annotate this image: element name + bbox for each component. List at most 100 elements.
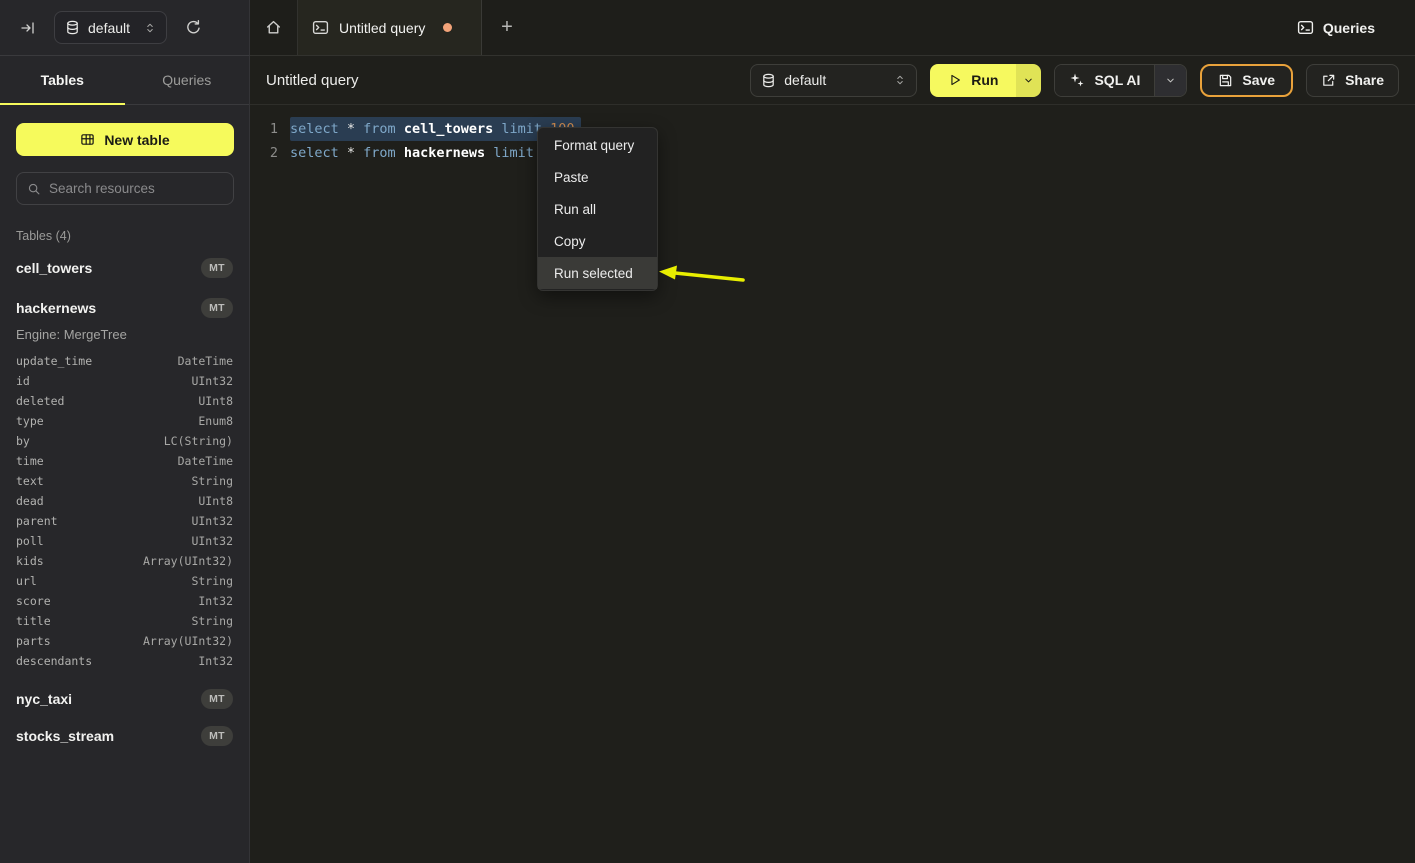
query-toolbar: Untitled query default Run xyxy=(250,56,1415,105)
sidebar-tab-tables[interactable]: Tables xyxy=(0,56,125,104)
app-window: default Untitled query + xyxy=(0,0,1415,863)
sidebar-tabs: Tables Queries xyxy=(0,56,249,105)
sql-token: from xyxy=(363,121,404,137)
table-name: cell_towers xyxy=(16,260,92,276)
column-name: dead xyxy=(16,494,44,508)
database-icon xyxy=(761,73,776,88)
editor-line-1[interactable]: 1 select * from cell_towers limit 100 xyxy=(250,117,1415,141)
query-title: Untitled query xyxy=(266,72,359,89)
table-engine-label: Engine: MergeTree xyxy=(16,327,233,342)
refresh-button[interactable] xyxy=(179,14,207,42)
sql-token: from xyxy=(363,145,404,161)
column-name: score xyxy=(16,594,51,608)
save-button[interactable]: Save xyxy=(1200,64,1293,97)
queries-terminal-icon xyxy=(1297,19,1314,36)
column-row: dead UInt8 xyxy=(16,491,233,511)
editor-context-menu: Format query Paste Run all Copy Run sele… xyxy=(537,127,658,291)
column-type: Enum8 xyxy=(198,414,233,428)
home-tab[interactable] xyxy=(250,0,298,55)
column-name: title xyxy=(16,614,51,628)
sql-editor[interactable]: 1 select * from cell_towers limit 100 2 … xyxy=(250,106,1415,863)
run-options-button[interactable] xyxy=(1016,64,1041,97)
column-name: kids xyxy=(16,554,44,568)
engine-badge: MT xyxy=(201,298,233,318)
column-name: parent xyxy=(16,514,58,528)
sql-ai-button[interactable]: SQL AI xyxy=(1055,65,1154,96)
editor-line-2[interactable]: 2 select * from hackernews limit xyxy=(250,141,1415,165)
topbar-tab-strip: Untitled query + Queries xyxy=(250,0,1415,56)
search-box[interactable] xyxy=(16,172,234,205)
column-row: timeDateTime xyxy=(16,451,233,471)
menu-item-run-selected[interactable]: Run selected xyxy=(538,257,657,289)
queries-button[interactable]: Queries xyxy=(1297,19,1375,36)
table-row-nyc-taxi[interactable]: nyc_taxi MT xyxy=(16,687,233,711)
share-button-label: Share xyxy=(1345,72,1384,88)
line-number: 1 xyxy=(250,117,278,141)
engine-badge: MT xyxy=(201,258,233,278)
menu-item-format-query[interactable]: Format query xyxy=(538,129,657,161)
share-button[interactable]: Share xyxy=(1306,64,1399,97)
topbar-database-value: default xyxy=(88,20,130,36)
menu-item-copy[interactable]: Copy xyxy=(538,225,657,257)
table-icon xyxy=(80,132,95,147)
column-name: time xyxy=(16,454,44,468)
search-icon xyxy=(27,182,41,196)
column-row: update_time DateTime xyxy=(16,351,233,371)
column-type: Int32 xyxy=(198,594,233,608)
column-row: kidsArray(UInt32) xyxy=(16,551,233,571)
column-row: score Int32 xyxy=(16,591,233,611)
annotation-arrow xyxy=(655,258,747,288)
column-type: Array(UInt32) xyxy=(143,634,233,648)
new-table-button[interactable]: New table xyxy=(16,123,234,156)
sql-token: select xyxy=(290,121,347,137)
table-row-cell-towers[interactable]: cell_towers MT xyxy=(16,256,233,280)
menu-item-paste[interactable]: Paste xyxy=(538,161,657,193)
new-tab-button[interactable]: + xyxy=(482,0,532,55)
chevron-updown-icon xyxy=(894,73,906,87)
menu-item-run-all[interactable]: Run all xyxy=(538,193,657,225)
sparkles-icon xyxy=(1069,72,1085,88)
save-button-label: Save xyxy=(1242,72,1275,88)
sql-token: limit xyxy=(493,145,542,161)
sql-ai-options-button[interactable] xyxy=(1154,65,1186,96)
queries-button-label: Queries xyxy=(1323,20,1375,36)
column-row: descendantsInt32 xyxy=(16,651,233,671)
column-name: update_time xyxy=(16,354,92,368)
column-type: UInt8 xyxy=(198,494,233,508)
topbar-database-selector[interactable]: default xyxy=(54,11,167,44)
unsaved-changes-dot xyxy=(443,23,452,32)
chevron-down-icon xyxy=(1023,75,1034,86)
column-name: descendants xyxy=(16,654,92,668)
column-row: byLC(String) xyxy=(16,431,233,451)
code: select * from hackernews limit xyxy=(290,141,542,165)
run-button[interactable]: Run xyxy=(930,64,1016,97)
tables-section-label: Tables (4) xyxy=(16,229,249,243)
column-type: LC(String) xyxy=(164,434,233,448)
refresh-icon xyxy=(185,19,202,36)
search-input[interactable] xyxy=(49,181,209,196)
table-row-stocks-stream[interactable]: stocks_stream MT xyxy=(16,724,233,748)
sidebar-body: New table xyxy=(0,105,249,205)
toolbar-database-selector[interactable]: default xyxy=(750,64,917,97)
toolbar-database-value: default xyxy=(784,72,826,88)
column-row: idUInt32 xyxy=(16,371,233,391)
column-type: UInt32 xyxy=(191,534,233,548)
save-icon xyxy=(1218,73,1233,88)
column-row: title String xyxy=(16,611,233,631)
column-row: textString xyxy=(16,471,233,491)
column-row: deletedUInt8 xyxy=(16,391,233,411)
tab-untitled-query[interactable]: Untitled query xyxy=(298,0,482,55)
sidebar-tab-queries[interactable]: Queries xyxy=(125,56,250,104)
column-type: DateTime xyxy=(178,354,233,368)
table-row-hackernews[interactable]: hackernews MT xyxy=(16,296,233,320)
column-type: String xyxy=(191,614,233,628)
sidebar: Tables Queries New table Tables (4) xyxy=(0,56,250,863)
column-name: type xyxy=(16,414,44,428)
sql-ai-button-group: SQL AI xyxy=(1054,64,1187,97)
column-type: UInt32 xyxy=(191,374,233,388)
collapse-sidebar-button[interactable] xyxy=(14,14,42,42)
tables-list: cell_towers MT hackernews MT Engine: Mer… xyxy=(0,243,249,748)
sql-token: select xyxy=(290,145,347,161)
engine-badge: MT xyxy=(201,726,233,746)
line-number: 2 xyxy=(250,141,278,165)
